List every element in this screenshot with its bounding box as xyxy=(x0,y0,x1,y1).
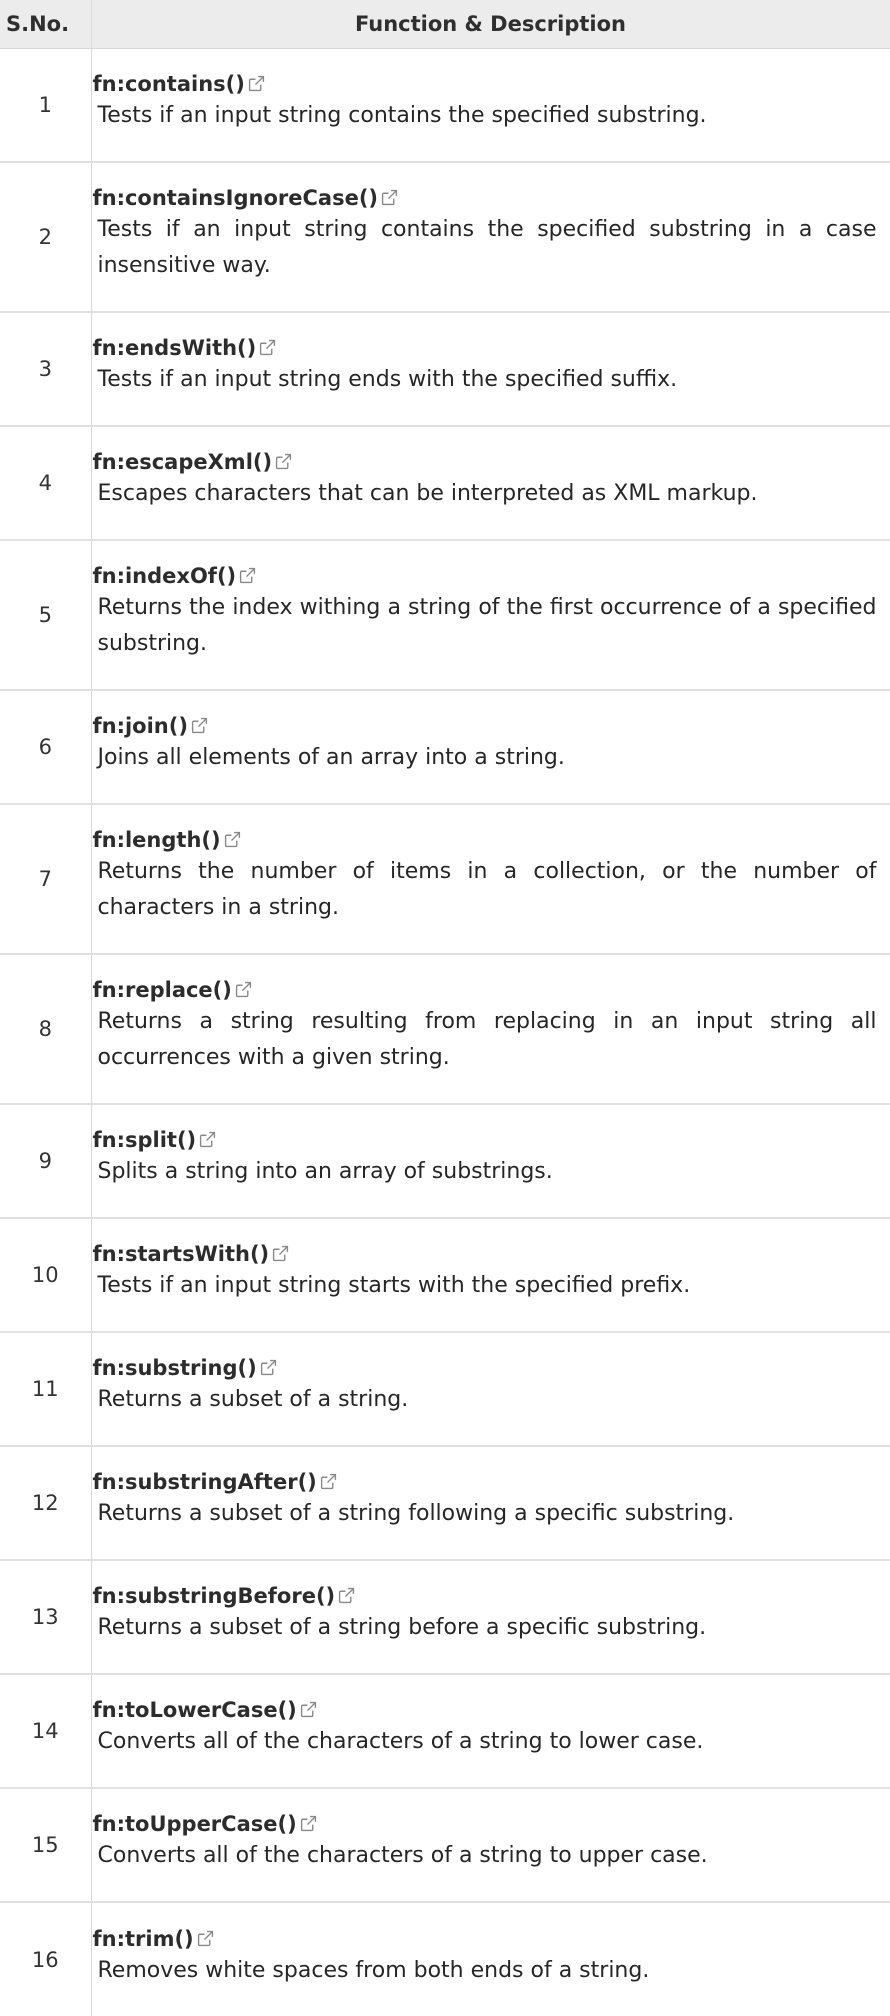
row-description-cell: fn:split() Splits a string into an array… xyxy=(91,1104,890,1219)
function-description: Returns a subset of a string before a sp… xyxy=(97,1615,707,1640)
external-link-icon[interactable] xyxy=(197,1930,214,1947)
function-name-link[interactable]: fn:escapeXml() xyxy=(93,450,273,474)
row-description-cell: fn:toLowerCase() Converts all of the cha… xyxy=(91,1674,890,1789)
row-description-cell: fn:escapeXml() Escapes characters that c… xyxy=(91,426,890,541)
function-description: Tests if an input string starts with the… xyxy=(97,1273,691,1298)
row-description-cell: fn:contains() Tests if an input string c… xyxy=(91,48,890,163)
table-row-3: 3 fn:endsWith() Tests if an input string… xyxy=(0,312,890,427)
row-description-cell: fn:substringAfter() Returns a subset of … xyxy=(91,1446,890,1561)
function-name-link[interactable]: fn:replace() xyxy=(93,978,232,1002)
function-description: Joins all elements of an array into a st… xyxy=(97,745,565,770)
table-row-12: 12 fn:substringAfter() Returns a subset … xyxy=(0,1446,890,1561)
function-name-link[interactable]: fn:split() xyxy=(93,1128,197,1152)
table-row-16: 16 fn:trim() Removes white spaces from b… xyxy=(0,1902,890,2016)
external-link-icon[interactable] xyxy=(248,75,265,92)
table-row-5: 5 fn:indexOf() Returns the index withing… xyxy=(0,540,890,691)
external-link-icon[interactable] xyxy=(191,717,208,734)
external-link-icon[interactable] xyxy=(272,1245,289,1262)
function-name-link[interactable]: fn:containsIgnoreCase() xyxy=(93,186,379,210)
function-name-link[interactable]: fn:startsWith() xyxy=(93,1242,270,1266)
table-row-9: 9 fn:split() Splits a string into an arr… xyxy=(0,1104,890,1219)
function-name-link[interactable]: fn:substringBefore() xyxy=(93,1584,336,1608)
functions-table: S.No. Function & Description 1 fn:contai… xyxy=(0,0,890,2016)
external-link-icon[interactable] xyxy=(381,189,398,206)
row-description-cell: fn:endsWith() Tests if an input string e… xyxy=(91,312,890,427)
function-description: Tests if an input string ends with the s… xyxy=(97,367,678,392)
row-description-cell: fn:substringBefore() Returns a subset of… xyxy=(91,1560,890,1675)
function-description: Tests if an input string contains the sp… xyxy=(97,102,707,128)
table-row-1: 1 fn:contains() Tests if an input string… xyxy=(0,48,890,163)
external-link-icon[interactable] xyxy=(259,339,276,356)
function-name-link[interactable]: fn:length() xyxy=(93,828,221,852)
external-link-icon[interactable] xyxy=(224,831,241,848)
table-row-11: 11 fn:substring() Returns a subset of a … xyxy=(0,1332,890,1447)
function-name-link[interactable]: fn:trim() xyxy=(93,1927,194,1951)
row-description-cell: fn:join() Joins all elements of an array… xyxy=(91,690,890,805)
function-description: Removes white spaces from both ends of a… xyxy=(97,1957,650,1983)
function-name-link[interactable]: fn:substring() xyxy=(93,1356,257,1380)
function-name-link[interactable]: fn:substringAfter() xyxy=(93,1470,317,1494)
external-link-icon[interactable] xyxy=(235,981,252,998)
row-description-cell: fn:containsIgnoreCase() Tests if an inpu… xyxy=(91,162,890,313)
external-link-icon[interactable] xyxy=(239,567,256,584)
table-row-15: 15 fn:toUpperCase() Converts all of the … xyxy=(0,1788,890,1903)
row-description-cell: fn:indexOf() Returns the index withing a… xyxy=(91,540,890,691)
table-body: 1 fn:contains() Tests if an input string… xyxy=(0,48,890,2016)
external-link-icon[interactable] xyxy=(300,1701,317,1718)
function-description: Tests if an input string contains the sp… xyxy=(97,217,877,278)
table-row-7: 7 fn:length() Returns the number of item… xyxy=(0,804,890,955)
table-row-14: 14 fn:toLowerCase() Converts all of the … xyxy=(0,1674,890,1789)
function-description: Returns a subset of a string following a… xyxy=(97,1501,735,1526)
row-description-cell: fn:toUpperCase() Converts all of the cha… xyxy=(91,1788,890,1903)
function-description: Converts all of the characters of a stri… xyxy=(97,1729,704,1754)
table-row-2: 2 fn:containsIgnoreCase() Tests if an in… xyxy=(0,162,890,313)
table-row-13: 13 fn:substringBefore() Returns a subset… xyxy=(0,1560,890,1675)
function-name-link[interactable]: fn:toUpperCase() xyxy=(93,1812,297,1836)
function-description: Converts all of the characters of a stri… xyxy=(97,1843,708,1868)
row-description-cell: fn:replace() Returns a string resulting … xyxy=(91,954,890,1105)
function-description: Returns a subset of a string. xyxy=(97,1387,409,1412)
table-row-10: 10 fn:startsWith() Tests if an input str… xyxy=(0,1218,890,1333)
function-description: Returns a string resulting from replacin… xyxy=(97,1009,877,1070)
row-description-cell: fn:substring() Returns a subset of a str… xyxy=(91,1332,890,1447)
external-link-icon[interactable] xyxy=(199,1131,216,1148)
function-name-link[interactable]: fn:endsWith() xyxy=(93,336,257,360)
table-header-row: S.No. Function & Description xyxy=(0,0,890,49)
external-link-icon[interactable] xyxy=(275,453,292,470)
external-link-icon[interactable] xyxy=(300,1815,317,1832)
function-description: Returns the number of items in a collect… xyxy=(97,859,877,920)
function-name-link[interactable]: fn:join() xyxy=(93,714,188,738)
function-description: Splits a string into an array of substri… xyxy=(97,1159,553,1184)
table-row-8: 8 fn:replace() Returns a string resultin… xyxy=(0,954,890,1105)
external-link-icon[interactable] xyxy=(260,1359,277,1376)
function-name-link[interactable]: fn:indexOf() xyxy=(93,564,237,588)
table-row-4: 4 fn:escapeXml() Escapes characters that… xyxy=(0,426,890,541)
external-link-icon[interactable] xyxy=(320,1473,337,1490)
description-column-header: Function & Description xyxy=(91,0,890,49)
row-description-cell: fn:startsWith() Tests if an input string… xyxy=(91,1218,890,1333)
external-link-icon[interactable] xyxy=(338,1587,355,1604)
function-description: Escapes characters that can be interpret… xyxy=(97,481,758,506)
function-description: Returns the index withing a string of th… xyxy=(97,595,877,656)
sno-column-header: S.No. xyxy=(0,0,92,49)
table-row-6: 6 fn:join() Joins all elements of an arr… xyxy=(0,690,890,805)
row-description-cell: fn:trim() Removes white spaces from both… xyxy=(91,1902,890,2016)
function-name-link[interactable]: fn:toLowerCase() xyxy=(93,1698,297,1722)
row-description-cell: fn:length() Returns the number of items … xyxy=(91,804,890,955)
function-name-link[interactable]: fn:contains() xyxy=(93,72,245,96)
